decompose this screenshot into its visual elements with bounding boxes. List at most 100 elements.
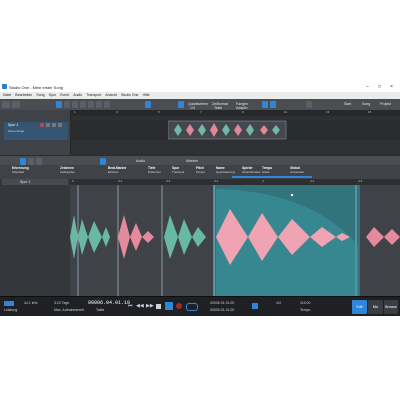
split-tool-icon[interactable] (72, 101, 78, 108)
inspector-toggle-button[interactable] (2, 101, 10, 108)
mute-icon[interactable] (52, 123, 56, 127)
audio-bend-panel: Erkennung Standard Zeichnen Audiopulse Bea… (0, 165, 400, 180)
overview-ruler-tick: 7 (200, 110, 202, 114)
selected-tab-indicator (232, 176, 312, 178)
overview-ruler[interactable]: 1 3 5 7 9 11 13 15 (70, 110, 400, 116)
prop-pitch[interactable]: Pitch Tempo (196, 166, 205, 178)
editor-ruler-tick: 3.4 (214, 179, 219, 183)
menu-transport[interactable]: Transport (86, 92, 101, 99)
record-length-sub: Max. Aufnahmezeit (54, 308, 84, 312)
backward-icon[interactable]: ◀◀ (136, 303, 144, 309)
waveform-pink-1 (118, 215, 154, 259)
minimize-icon[interactable]: – (366, 84, 369, 90)
overview-ruler-tick: 15 (368, 110, 372, 114)
window-title: Studio One - Mein erster Song (9, 85, 64, 90)
metronome-icon[interactable] (306, 101, 312, 108)
editor-arrow-tool-icon[interactable] (20, 158, 26, 165)
menu-event[interactable]: Event (60, 92, 69, 99)
tempo-value[interactable]: 115.00 (300, 301, 310, 305)
menu-spur[interactable]: Spur (49, 92, 56, 99)
menu-datei[interactable]: Datei (3, 92, 11, 99)
metronome-toggle-icon[interactable] (252, 303, 258, 309)
editor-split-tool-icon[interactable] (36, 158, 42, 165)
overview-ruler-tick: 5 (158, 110, 160, 114)
fade-handle (290, 193, 294, 197)
editor-ruler-tick: 4.2 (310, 179, 315, 183)
menu-ansicht[interactable]: Ansicht (105, 92, 116, 99)
audio-clips[interactable] (70, 185, 400, 296)
song-page-button[interactable]: Song (362, 102, 370, 106)
samplerate: 44,1 kHz (24, 301, 38, 305)
paint-tool-icon[interactable] (88, 101, 94, 108)
menu-hilfe[interactable]: Hilfe (143, 92, 150, 99)
project-page-button[interactable]: Projekt (380, 102, 391, 106)
close-icon[interactable]: × (390, 84, 393, 90)
time-signature[interactable]: 4/4 (276, 301, 281, 305)
prop-detection[interactable]: Erkennung Standard (12, 166, 29, 178)
editor-ruler-tick: 3.2 (118, 179, 123, 183)
bend-tool-icon[interactable] (104, 101, 110, 108)
editor-ruler-tick: 3.3 (166, 179, 171, 183)
record-panel-button[interactable] (12, 101, 20, 108)
editor-ruler-tick: 3 (72, 179, 74, 183)
prop-beat-marker[interactable]: Beat-Marker Ein/Aus (108, 166, 126, 178)
waveform-pink-right (366, 227, 400, 247)
forward-icon[interactable]: ▶▶ (146, 303, 154, 309)
overview-track-name: Spur 1 (8, 123, 19, 127)
start-page-button[interactable]: Start (344, 102, 351, 106)
monitor-icon[interactable] (46, 123, 50, 127)
overview-ruler-tick: 3 (116, 110, 118, 114)
transport-bar: Leistung 44,1 kHz 3:20 Tage Max. Aufnahm… (0, 296, 400, 316)
menu-song[interactable]: Song (36, 92, 44, 99)
track-list: Spur 1 Spurenfolge (0, 110, 71, 155)
stop-icon[interactable] (156, 304, 161, 309)
loop-icon[interactable] (186, 303, 198, 311)
maximize-icon[interactable]: □ (378, 84, 381, 90)
range-tool-icon[interactable] (64, 101, 70, 108)
app-logo-icon (2, 84, 7, 89)
editor-ruler-tick: 4.3 (358, 179, 363, 183)
editor-snap-icon[interactable] (100, 158, 106, 165)
position-format: Takte (96, 308, 105, 312)
cpu-label: Leistung (4, 308, 18, 312)
studio-one-window: Studio One - Mein erster Song – □ × Date… (0, 82, 400, 316)
auto-scroll-icon[interactable] (145, 101, 151, 108)
edit-mode-button[interactable]: Edit (352, 300, 367, 314)
editor-section-label[interactable]: Ableton (186, 159, 198, 163)
editor-track-list: Spur 1 (0, 179, 71, 296)
prop-track[interactable]: Spur Transient (172, 166, 184, 178)
prop-draw[interactable]: Zeichnen Audiopulse (60, 166, 75, 178)
overview-ruler-tick: 9 (242, 110, 244, 114)
loop-end[interactable]: 00009.01.01.00 (210, 308, 234, 312)
waveform-teal-2 (164, 215, 206, 259)
editor-track-name: Spur 1 (20, 180, 31, 184)
play-button[interactable] (165, 302, 173, 310)
loop-start[interactable]: 00005.01.01.00 (210, 301, 234, 305)
editor-track-header[interactable] (2, 179, 68, 185)
overview-clips[interactable] (168, 120, 288, 140)
menu-bearbeiten[interactable]: Bearbeiten (15, 92, 32, 99)
mute-tool-icon[interactable] (96, 101, 102, 108)
mix-mode-button[interactable]: Mix (368, 300, 383, 314)
menu-audio[interactable]: Audio (73, 92, 82, 99)
menu-studio-one[interactable]: Studio One (121, 92, 139, 99)
record-arm-icon[interactable] (40, 123, 44, 127)
solo-icon[interactable] (58, 123, 62, 127)
eraser-tool-icon[interactable] (80, 101, 86, 108)
arrow-tool-icon[interactable] (56, 101, 62, 108)
record-length: 3:20 Tage (54, 301, 70, 305)
ripple-edit-icon[interactable] (270, 101, 276, 108)
overview-ruler-tick: 13 (326, 110, 330, 114)
editor-mode-label[interactable]: Audio (136, 159, 145, 163)
tempo-label: Tempo (300, 308, 311, 312)
menu-bar: Datei Bearbeiten Song Spur Event Audio T… (0, 92, 400, 99)
title-bar: Studio One - Mein erster Song – □ × (0, 82, 400, 92)
snap-icon[interactable] (178, 101, 184, 108)
snap-grid-icon[interactable] (262, 101, 268, 108)
record-icon[interactable] (176, 303, 182, 309)
browse-mode-button[interactable]: Browse (384, 300, 398, 314)
editor-range-tool-icon[interactable] (28, 158, 34, 165)
rewind-icon[interactable]: ⏮ (128, 303, 133, 309)
position-display[interactable]: 00006.04.01.10 (88, 300, 130, 306)
prop-depth[interactable]: Tiefe Entfernen (148, 166, 161, 178)
